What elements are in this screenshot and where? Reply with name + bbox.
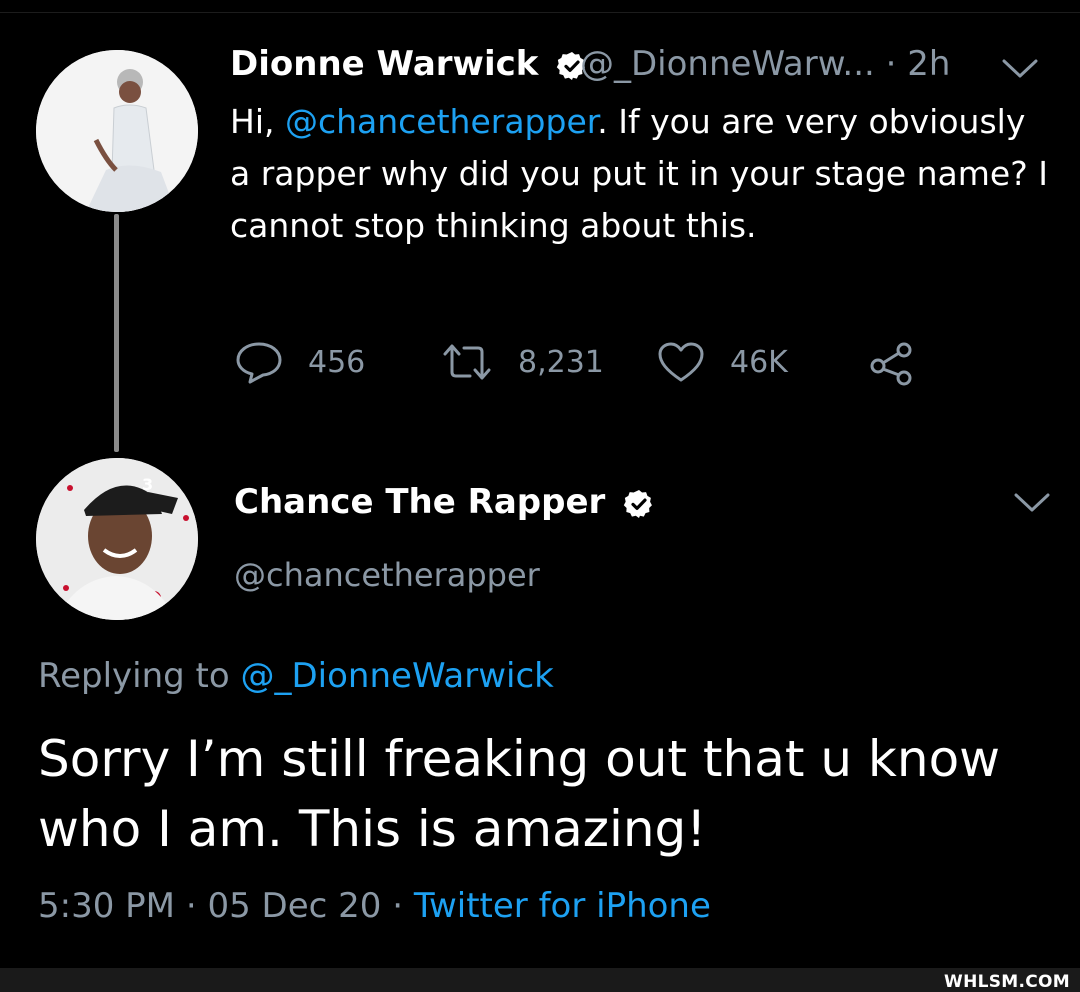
author-handle-and-time: @_DionneWarw... · 2h xyxy=(580,44,950,84)
retweet-button[interactable]: 8,231 xyxy=(440,340,604,384)
reply-count: 456 xyxy=(308,344,366,380)
avatar-dionne-warwick-image xyxy=(36,50,198,212)
share-button[interactable] xyxy=(868,340,916,388)
watermark: WHLSM.COM xyxy=(944,972,1070,992)
chevron-down-icon[interactable] xyxy=(1000,56,1040,82)
author-name-text: Dionne Warwick xyxy=(230,44,539,84)
retweet-icon xyxy=(443,344,491,380)
verified-badge-icon xyxy=(623,489,653,518)
author-name-dionne[interactable]: Dionne Warwick xyxy=(230,44,588,84)
avatar-chance-image: 3 xyxy=(36,458,198,620)
meta-separator: · xyxy=(392,886,403,926)
tweet-actions-bar: 456 8,231 46K xyxy=(0,340,1080,386)
tweet-text-chance: Sorry I’m still freaking out that u know… xyxy=(38,730,1001,858)
avatar-dionne-warwick[interactable] xyxy=(36,50,198,212)
tweet-date[interactable]: 05 Dec 20 xyxy=(207,886,381,926)
author-name-text: Chance The Rapper xyxy=(234,482,606,522)
replying-to-label: Replying to xyxy=(38,656,241,696)
meta-separator: · xyxy=(185,886,197,926)
author-handle-dionne[interactable]: @_DionneWarw... xyxy=(580,44,875,84)
reply-button[interactable]: 456 xyxy=(234,340,365,384)
tweet-timestamp[interactable]: · 2h xyxy=(886,44,951,84)
svg-text:3: 3 xyxy=(142,475,153,494)
replying-to-line: Replying to @_DionneWarwick xyxy=(38,656,554,696)
like-count: 46K xyxy=(730,344,788,380)
footer-bar xyxy=(0,968,1080,992)
replying-to-handle-link[interactable]: @_DionneWarwick xyxy=(241,656,554,696)
tweet-text-greeting: Hi, xyxy=(230,102,285,141)
like-button[interactable]: 46K xyxy=(656,340,788,384)
tweet-text-dionne: Hi, @chancetherapper. If you are very ob… xyxy=(230,96,1050,252)
author-name-chance[interactable]: Chance The Rapper xyxy=(234,482,655,522)
retweet-count: 8,231 xyxy=(518,344,604,380)
mention-link[interactable]: @chancetherapper xyxy=(285,102,597,141)
reply-icon xyxy=(236,342,282,384)
tweet-meta: 5:30 PM · 05 Dec 20 · Twitter for iPhone xyxy=(38,886,711,926)
chevron-down-icon[interactable] xyxy=(1012,490,1052,516)
thread-connector-line xyxy=(114,214,119,452)
tweet-source-link[interactable]: Twitter for iPhone xyxy=(414,886,711,926)
tweet-time[interactable]: 5:30 PM xyxy=(38,886,175,926)
share-icon xyxy=(870,342,912,386)
like-icon xyxy=(658,342,704,382)
avatar-chance-the-rapper[interactable]: 3 xyxy=(36,458,198,620)
author-handle-chance[interactable]: @chancetherapper xyxy=(234,556,540,594)
top-divider xyxy=(0,12,1080,13)
